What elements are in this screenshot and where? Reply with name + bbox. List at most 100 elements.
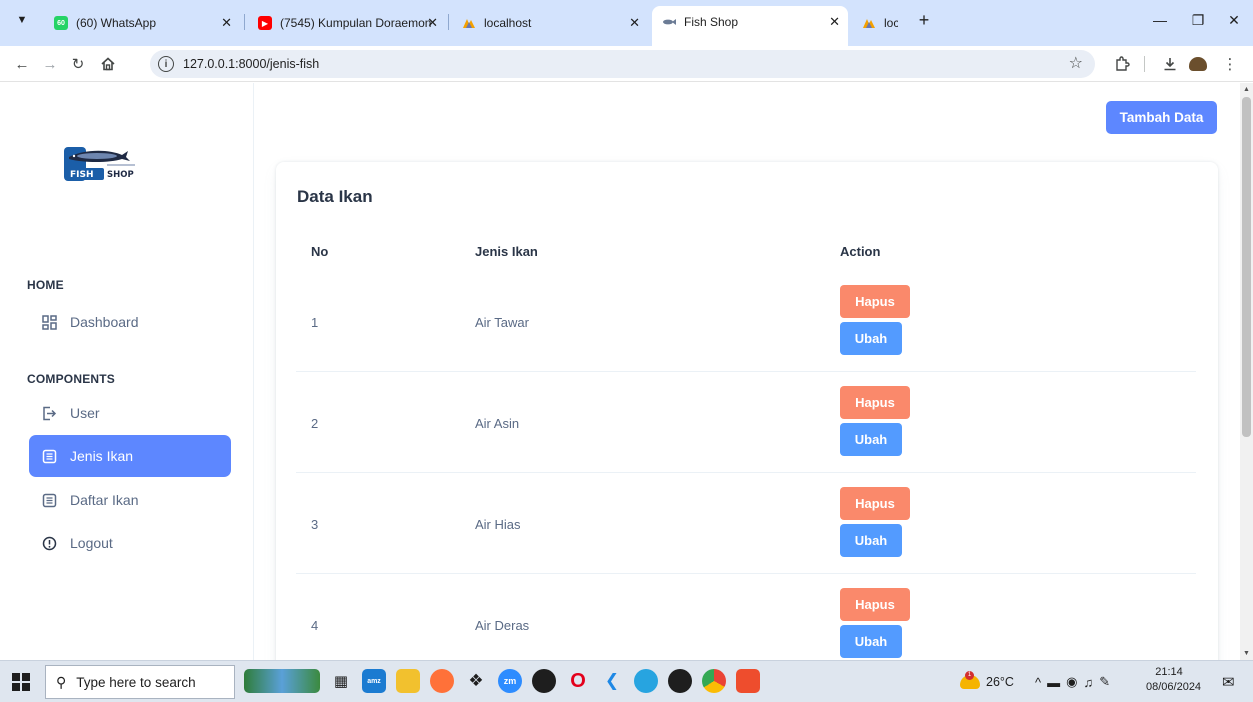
list-document-icon [41, 448, 57, 464]
sidebar: FISH SHOP HOME Dashboard COMPONENTS User… [0, 83, 254, 660]
close-icon[interactable]: ✕ [427, 15, 438, 31]
weather-widget[interactable]: 1 26°C [960, 661, 1014, 702]
task-view-icon[interactable]: ▦ [329, 669, 353, 693]
row-jenis-ikan: Air Tawar [475, 315, 529, 330]
reload-icon: ↻ [71, 56, 85, 73]
toolbar-separator [1144, 56, 1145, 72]
sidebar-item-jenis-ikan[interactable]: Jenis Ikan [29, 435, 231, 477]
tab-search-button[interactable]: ▼ [8, 8, 36, 32]
forward-button[interactable]: → [38, 52, 62, 76]
new-tab-button[interactable]: + [912, 8, 936, 32]
browser-toolbar: ← → ↻ i 127.0.0.1:8000/jenis-fish ☆ ⋮ [0, 46, 1253, 82]
dropbox-icon[interactable]: ❖ [464, 669, 488, 693]
bookmark-star-icon[interactable]: ☆ [1069, 53, 1083, 73]
notification-icon[interactable]: ✉ [1222, 661, 1235, 702]
edge-icon[interactable] [634, 669, 658, 693]
sidebar-item-label: Jenis Ikan [70, 448, 134, 464]
row-no: 2 [311, 416, 319, 431]
search-icon: ⚲ [56, 673, 67, 690]
sidebar-item-logout[interactable]: Logout [29, 522, 231, 564]
pen-icon: ✎ [1099, 674, 1117, 689]
file-explorer-icon[interactable] [396, 669, 420, 693]
back-button[interactable]: ← [10, 52, 34, 76]
phpmyadmin-icon [462, 16, 476, 30]
arrow-right-icon: → [42, 55, 58, 73]
minimize-button[interactable]: — [1142, 8, 1178, 32]
table-row: 3 Air Hias [296, 473, 1196, 574]
network-icon: ◉ [1066, 674, 1084, 689]
hapus-button[interactable]: Hapus [840, 487, 910, 520]
browser-tab-whatsapp[interactable]: 60 (60) WhatsApp ✕ [44, 8, 240, 38]
weather-temperature: 26°C [986, 675, 1014, 689]
chevron-up-icon: ^ [1035, 674, 1048, 690]
hapus-button[interactable]: Hapus [840, 588, 910, 621]
ubah-button[interactable]: Ubah [840, 322, 902, 355]
downloads-button[interactable] [1158, 52, 1182, 76]
table-row: 2 Air Asin [296, 372, 1196, 473]
fish-icon [662, 15, 676, 29]
tab-title: (7545) Kumpulan Doraemon [280, 16, 432, 30]
reload-button[interactable]: ↻ [66, 52, 90, 76]
windows-start-icon[interactable] [12, 673, 30, 691]
taskbar-search-input[interactable]: ⚲ Type here to search [45, 665, 235, 699]
row-jenis-ikan: Air Asin [475, 416, 520, 431]
sidebar-item-dashboard[interactable]: Dashboard [29, 301, 231, 343]
ubah-button[interactable]: Ubah [840, 625, 902, 658]
row-no: 3 [311, 517, 319, 532]
close-window-button[interactable]: ✕ [1216, 8, 1252, 32]
page-scrollbar[interactable]: ▲ ▼ [1240, 83, 1253, 660]
fish-shop-logo[interactable]: FISH SHOP [64, 143, 144, 183]
close-icon[interactable]: ✕ [629, 15, 640, 31]
app-icon[interactable] [532, 669, 556, 693]
card-title: Data Ikan [297, 187, 373, 206]
browser-tab-youtube[interactable]: ▶ (7545) Kumpulan Doraemon ✕ [248, 8, 446, 38]
minimize-icon: — [1153, 12, 1167, 28]
column-header-action: Action [840, 244, 881, 259]
system-tray-icons[interactable]: ^ ▬ ◉ ♫ ✎ [1035, 661, 1116, 702]
search-highlight-image[interactable] [244, 669, 320, 693]
app-icon[interactable] [736, 669, 760, 693]
zoom-icon[interactable]: zm [498, 669, 522, 693]
vscode-icon[interactable]: ❮ [600, 669, 624, 693]
clock-date: 08/06/2024 [1146, 681, 1202, 693]
scrollbar-thumb[interactable] [1242, 97, 1251, 437]
opera-icon[interactable]: O [566, 669, 590, 693]
browser-tab-strip: ▼ 60 (60) WhatsApp ✕ ▶ (7545) Kumpulan D… [0, 0, 1253, 46]
url-text: 127.0.0.1:8000/jenis-fish [183, 57, 320, 71]
scroll-up-icon[interactable]: ▲ [1243, 86, 1250, 93]
ubah-button[interactable]: Ubah [840, 423, 902, 456]
profile-avatar-button[interactable] [1186, 52, 1210, 76]
site-info-icon[interactable]: i [158, 56, 174, 72]
sidebar-item-label: Logout [70, 535, 113, 551]
browser-tab-db[interactable]: localhost / 127.0.0.1 / db_fis [852, 8, 908, 38]
home-icon [101, 57, 115, 71]
address-bar[interactable]: i 127.0.0.1:8000/jenis-fish ☆ [150, 50, 1095, 78]
scroll-down-icon[interactable]: ▼ [1243, 650, 1250, 657]
tab-title: Fish Shop [684, 15, 739, 29]
hapus-button[interactable]: Hapus [840, 285, 910, 318]
close-icon: ✕ [1228, 11, 1240, 28]
sidebar-item-user[interactable]: User [29, 392, 231, 434]
nav-caption-home: HOME [27, 278, 64, 292]
taskbar-clock[interactable]: 21:14 08/06/2024 [1146, 665, 1202, 695]
logo-text-fish: FISH [70, 170, 94, 180]
close-icon[interactable]: ✕ [221, 15, 232, 31]
data-ikan-card: Data Ikan No Jenis Ikan Action 1 Air Taw… [276, 162, 1218, 660]
restore-button[interactable]: ❐ [1180, 8, 1216, 32]
plus-icon: + [918, 9, 930, 30]
chrome-icon[interactable] [702, 669, 726, 693]
row-jenis-ikan: Air Deras [475, 618, 530, 633]
tambah-data-button[interactable]: Tambah Data [1106, 101, 1217, 134]
browser-tab-localhost[interactable]: localhost ✕ [452, 8, 648, 38]
home-button[interactable] [96, 52, 120, 76]
browser-tab-fish-shop[interactable]: Fish Shop ✕ [652, 6, 848, 46]
extensions-button[interactable] [1110, 52, 1134, 76]
browser-menu-button[interactable]: ⋮ [1220, 52, 1240, 76]
tiktok-icon[interactable] [668, 669, 692, 693]
amazon-app-icon[interactable]: amz [362, 669, 386, 693]
ubah-button[interactable]: Ubah [840, 524, 902, 557]
sidebar-item-daftar-ikan[interactable]: Daftar Ikan [29, 479, 231, 521]
hapus-button[interactable]: Hapus [840, 386, 910, 419]
close-icon[interactable]: ✕ [829, 14, 840, 30]
firefox-icon[interactable] [430, 669, 454, 693]
